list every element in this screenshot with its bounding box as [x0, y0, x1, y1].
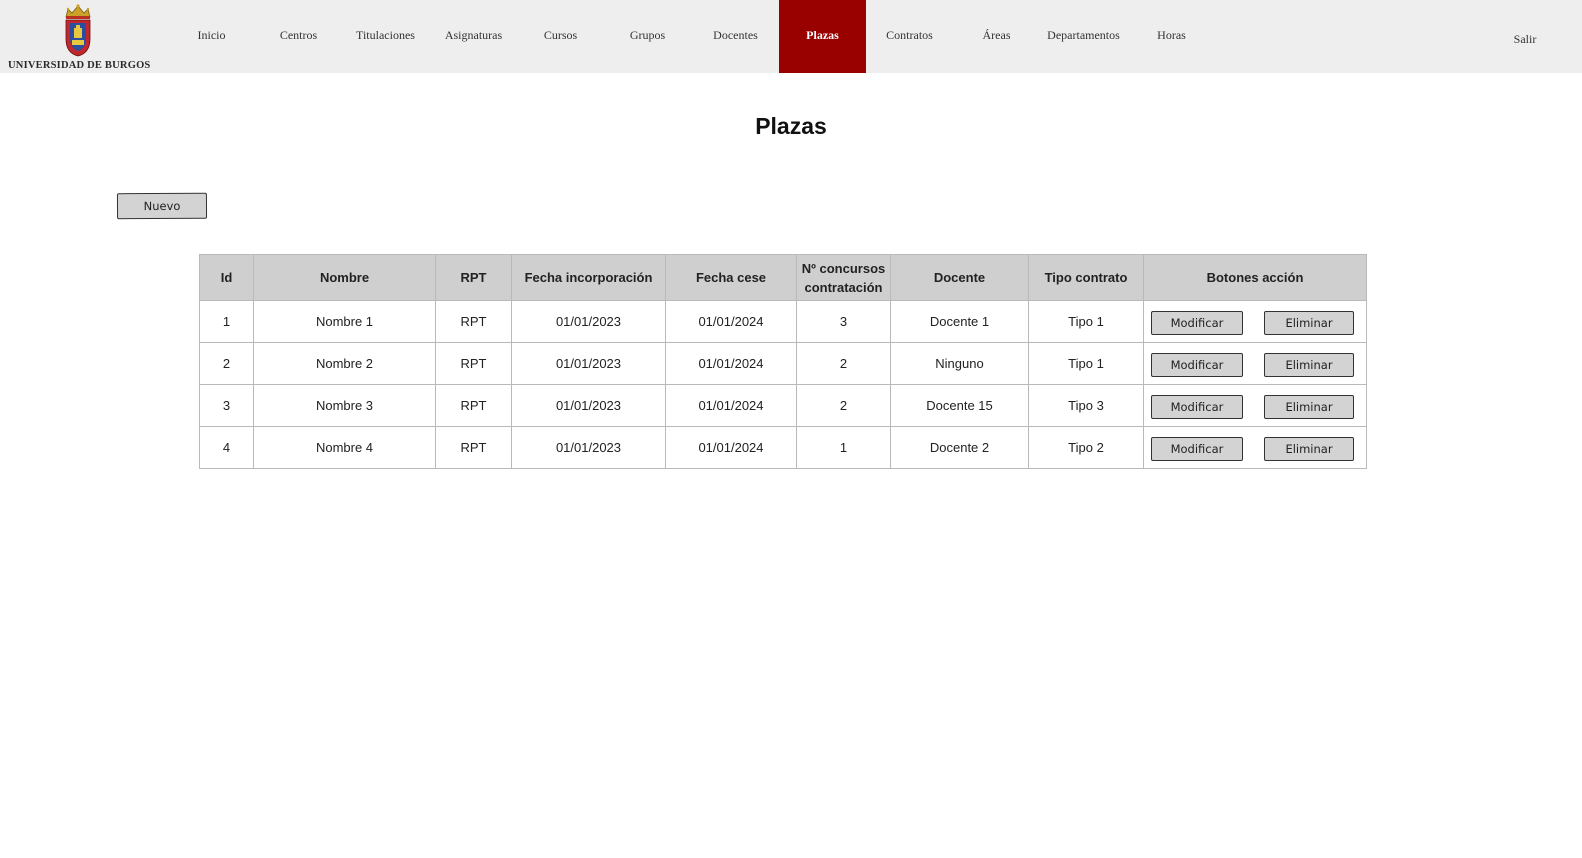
- cell-actions: Modificar Eliminar: [1143, 300, 1367, 343]
- cell-actions: Modificar Eliminar: [1143, 342, 1367, 385]
- cell-fecha-cese: 01/01/2024: [665, 300, 797, 343]
- cell-nombre: Nombre 1: [253, 300, 436, 343]
- delete-button[interactable]: Eliminar: [1264, 394, 1354, 419]
- delete-button[interactable]: Eliminar: [1264, 352, 1354, 377]
- column-header-tipo-contrato: Tipo contrato: [1028, 254, 1144, 301]
- column-header-fecha-incorporacion: Fecha incorporación: [511, 254, 666, 301]
- nav-label: Áreas: [982, 28, 1011, 42]
- coat-of-arms-icon: [65, 4, 91, 57]
- table-header-row: Id Nombre RPT Fecha incorporación Fecha …: [199, 254, 1367, 301]
- nav-item-inicio[interactable]: Inicio: [168, 0, 255, 73]
- cell-fecha-cese: 01/01/2024: [665, 342, 797, 385]
- university-name: UNIVERSIDAD DE BURGOS: [8, 60, 151, 71]
- delete-button[interactable]: Eliminar: [1264, 310, 1354, 335]
- nav-item-areas[interactable]: Áreas: [953, 0, 1040, 73]
- modify-button[interactable]: Modificar: [1151, 394, 1243, 419]
- nav-item-plazas[interactable]: Plazas: [779, 0, 866, 73]
- cell-tipo-contrato: Tipo 1: [1028, 342, 1144, 385]
- column-header-docente: Docente: [890, 254, 1029, 301]
- plazas-table: Id Nombre RPT Fecha incorporación Fecha …: [199, 254, 1367, 469]
- cell-tipo-contrato: Tipo 1: [1028, 300, 1144, 343]
- cell-concursos: 1: [796, 426, 891, 469]
- cell-tipo-contrato: Tipo 2: [1028, 426, 1144, 469]
- nav-item-departamentos[interactable]: Departamentos: [1040, 0, 1127, 73]
- nav-label: Departamentos: [1047, 28, 1120, 42]
- cell-fecha-incorporacion: 01/01/2023: [511, 384, 666, 427]
- cell-fecha-incorporacion: 01/01/2023: [511, 300, 666, 343]
- delete-button[interactable]: Eliminar: [1264, 436, 1354, 461]
- column-header-nombre: Nombre: [253, 254, 436, 301]
- nav-item-docentes[interactable]: Docentes: [692, 0, 779, 73]
- cell-fecha-incorporacion: 01/01/2023: [511, 426, 666, 469]
- cell-rpt: RPT: [435, 342, 512, 385]
- cell-docente: Docente 2: [890, 426, 1029, 469]
- cell-id: 2: [199, 342, 254, 385]
- column-header-botones-accion: Botones acción: [1143, 254, 1367, 301]
- column-header-id: Id: [199, 254, 254, 301]
- table-row: 3 Nombre 3 RPT 01/01/2023 01/01/2024 2 D…: [199, 384, 1367, 427]
- nav-label: Asignaturas: [444, 28, 503, 42]
- nav-label: Inicio: [197, 28, 226, 42]
- cell-fecha-cese: 01/01/2024: [665, 426, 797, 469]
- nav-item-horas[interactable]: Horas: [1128, 0, 1215, 73]
- nav-item-titulaciones[interactable]: Titulaciones: [342, 0, 429, 73]
- cell-nombre: Nombre 2: [253, 342, 436, 385]
- cell-nombre: Nombre 3: [253, 384, 436, 427]
- cell-id: 1: [199, 300, 254, 343]
- cell-id: 4: [199, 426, 254, 469]
- cell-fecha-cese: 01/01/2024: [665, 384, 797, 427]
- nav-label: Plazas: [806, 28, 839, 42]
- cell-tipo-contrato: Tipo 3: [1028, 384, 1144, 427]
- column-header-rpt: RPT: [435, 254, 512, 301]
- nav-item-grupos[interactable]: Grupos: [604, 0, 691, 73]
- cell-nombre: Nombre 4: [253, 426, 436, 469]
- modify-button[interactable]: Modificar: [1151, 352, 1243, 377]
- cell-fecha-incorporacion: 01/01/2023: [511, 342, 666, 385]
- cell-docente: Docente 15: [890, 384, 1029, 427]
- new-button[interactable]: Nuevo: [116, 192, 208, 220]
- nav-item-contratos[interactable]: Contratos: [866, 0, 953, 73]
- nav-label: Cursos: [543, 28, 578, 42]
- cell-actions: Modificar Eliminar: [1143, 426, 1367, 469]
- cell-docente: Docente 1: [890, 300, 1029, 343]
- table-row: 4 Nombre 4 RPT 01/01/2023 01/01/2024 1 D…: [199, 426, 1367, 469]
- nav-label: Centros: [279, 28, 318, 42]
- nav-label: Docentes: [713, 28, 758, 42]
- nav-item-centros[interactable]: Centros: [255, 0, 342, 73]
- table-row: 1 Nombre 1 RPT 01/01/2023 01/01/2024 3 D…: [199, 300, 1367, 343]
- logout-link[interactable]: Salir: [1500, 0, 1550, 78]
- column-header-concursos: Nº concursos contratación: [796, 254, 891, 301]
- university-logo[interactable]: UNIVERSIDAD DE BURGOS: [0, 0, 160, 73]
- cell-actions: Modificar Eliminar: [1143, 384, 1367, 427]
- cell-id: 3: [199, 384, 254, 427]
- column-header-fecha-cese: Fecha cese: [665, 254, 797, 301]
- nav-label: Titulaciones: [356, 28, 415, 42]
- nav-label: Horas: [1157, 28, 1186, 42]
- nav-label: Contratos: [886, 28, 933, 42]
- nav-item-asignaturas[interactable]: Asignaturas: [430, 0, 517, 73]
- nav-label: Grupos: [629, 28, 666, 42]
- modify-button[interactable]: Modificar: [1151, 436, 1243, 461]
- cell-concursos: 2: [796, 384, 891, 427]
- cell-rpt: RPT: [435, 426, 512, 469]
- cell-rpt: RPT: [435, 384, 512, 427]
- table-row: 2 Nombre 2 RPT 01/01/2023 01/01/2024 2 N…: [199, 342, 1367, 385]
- cell-docente: Ninguno: [890, 342, 1029, 385]
- page-title: Plazas: [755, 113, 827, 139]
- top-navigation-bar: UNIVERSIDAD DE BURGOS Inicio Centros Tit…: [0, 0, 1582, 73]
- cell-concursos: 2: [796, 342, 891, 385]
- modify-button[interactable]: Modificar: [1151, 310, 1243, 335]
- nav-item-cursos[interactable]: Cursos: [517, 0, 604, 73]
- cell-rpt: RPT: [435, 300, 512, 343]
- cell-concursos: 3: [796, 300, 891, 343]
